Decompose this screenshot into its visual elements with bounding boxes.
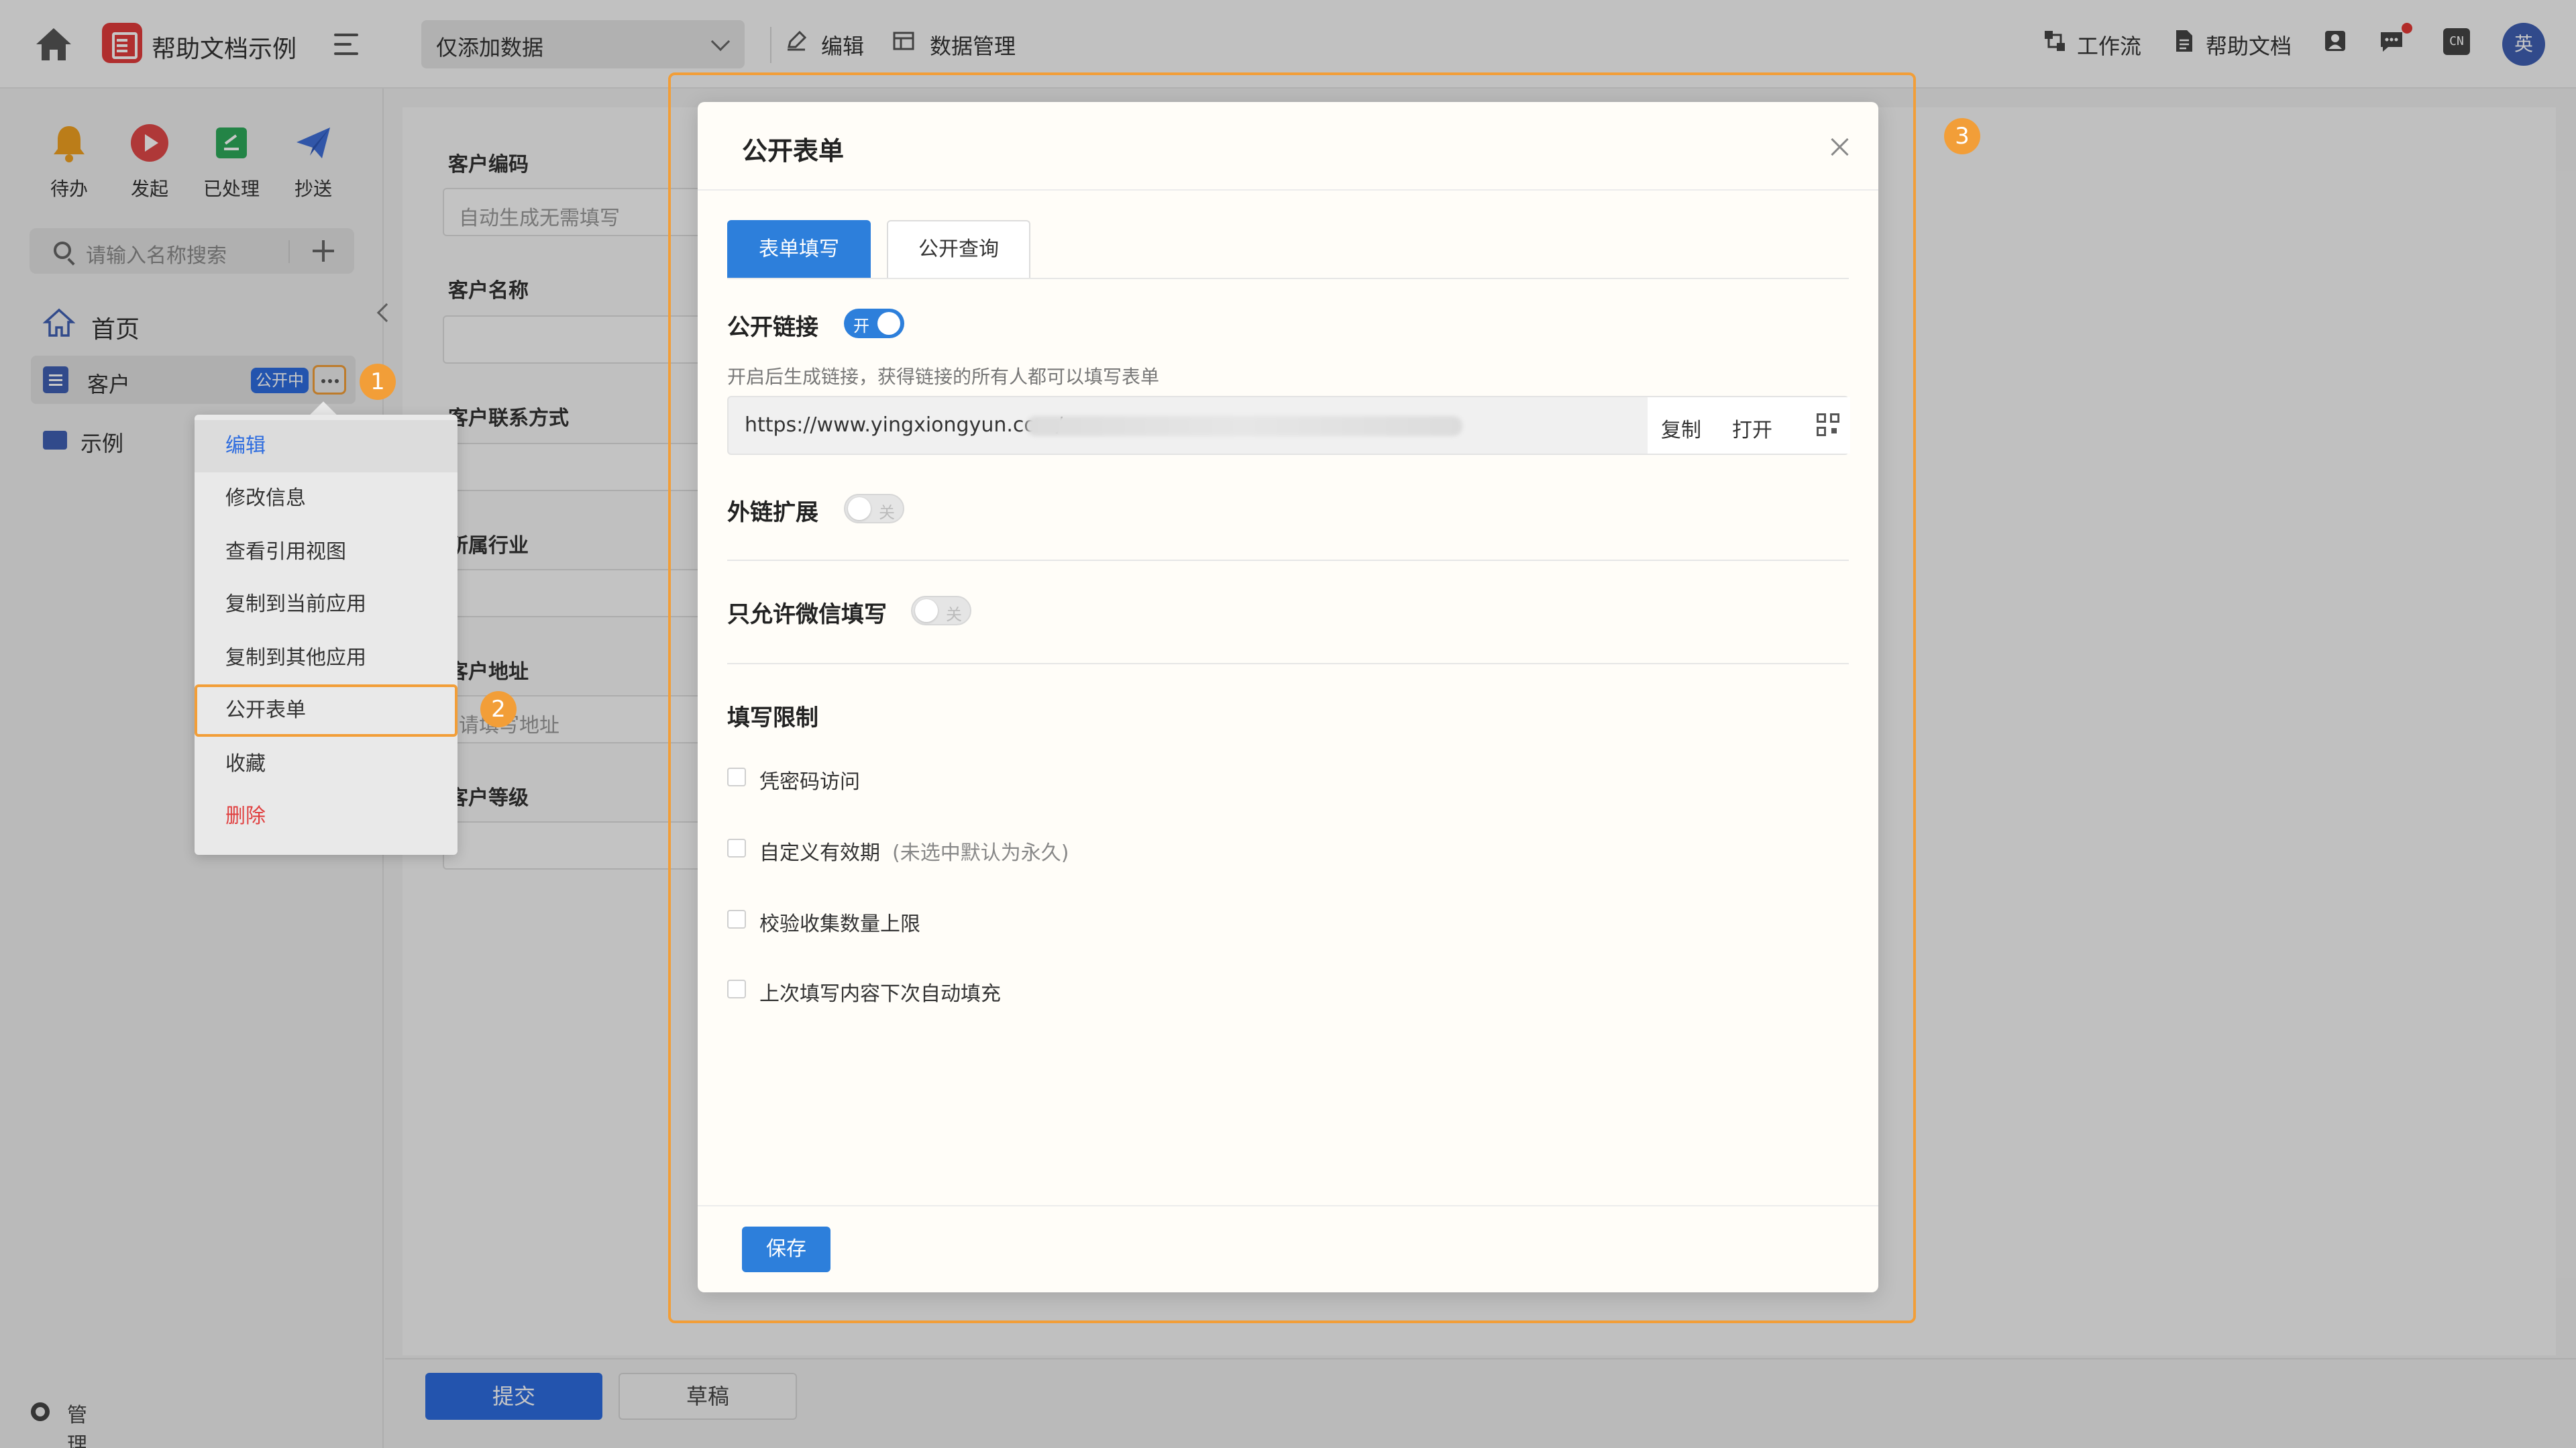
menu-item-modify-info[interactable]: 修改信息 [195,472,458,525]
menu-item-view-references[interactable]: 查看引用视图 [195,526,458,578]
menu-item-copy-other[interactable]: 复制到其他应用 [195,632,458,684]
public-form-modal: 公开表单 表单填写 公开查询 公开链接 开 开启后生成链接，获得链接的所有人都可… [698,102,1878,1292]
public-link-title: 公开链接 [727,314,818,341]
tab-divider [727,278,1849,279]
public-link-url[interactable]: https://www.yingxiongyun.com/ [745,413,1063,437]
menu-item-copy-current[interactable]: 复制到当前应用 [195,578,458,631]
menu-item-delete[interactable]: 删除 [195,790,458,843]
password-access-checkbox[interactable] [727,768,746,786]
password-access-label: 凭密码访问 [759,770,860,794]
custom-validity-note: (未选中默认为永久) [892,841,1069,865]
toggle-on-label: 开 [853,317,869,335]
custom-validity-label: 自定义有效期 [759,841,880,865]
wechat-only-title: 只允许微信填写 [727,601,887,628]
autofill-checkbox[interactable] [727,980,746,998]
link-blurred-path [1026,416,1462,436]
tab-form-fill[interactable]: 表单填写 [727,220,871,279]
custom-validity-checkbox[interactable] [727,839,746,858]
collect-limit-checkbox[interactable] [727,910,746,929]
fill-limits-title: 填写限制 [727,705,818,731]
modal-title: 公开表单 [742,136,845,166]
qrcode-icon[interactable] [1817,413,1841,437]
collect-limit-label: 校验收集数量上限 [759,913,920,936]
step-marker-1: 1 [360,364,396,400]
autofill-label: 上次填写内容下次自动填充 [759,982,1001,1006]
ext-link-title: 外链扩展 [727,499,818,526]
close-icon[interactable] [1829,136,1851,158]
menu-item-favorite[interactable]: 收藏 [195,738,458,790]
link-actions: 复制 打开 [1648,397,1850,454]
public-link-hint: 开启后生成链接，获得链接的所有人都可以填写表单 [727,366,1160,388]
modal-header-divider [698,189,1878,191]
menu-item-public-form[interactable]: 公开表单 [195,684,458,737]
public-link-box: https://www.yingxiongyun.com/ 复制 打开 [727,396,1850,455]
open-link-button[interactable]: 打开 [1732,413,1772,443]
toggle-off-label: 关 [946,605,962,624]
toggle-off-label: 关 [879,503,895,522]
menu-item-edit[interactable]: 编辑 [195,420,458,472]
context-menu: 编辑 修改信息 查看引用视图 复制到当前应用 复制到其他应用 公开表单 收藏 删… [195,415,458,855]
section-divider [727,560,1849,561]
copy-link-button[interactable]: 复制 [1661,413,1701,443]
save-button[interactable]: 保存 [742,1227,830,1272]
step-marker-3: 3 [1944,118,1980,154]
ext-link-toggle[interactable]: 关 [844,494,904,523]
tab-public-query[interactable]: 公开查询 [887,220,1030,279]
step-marker-2: 2 [480,691,517,727]
public-link-toggle[interactable]: 开 [844,309,904,338]
section-divider [727,663,1849,664]
wechat-only-toggle[interactable]: 关 [911,596,971,625]
modal-footer-divider [698,1205,1878,1206]
